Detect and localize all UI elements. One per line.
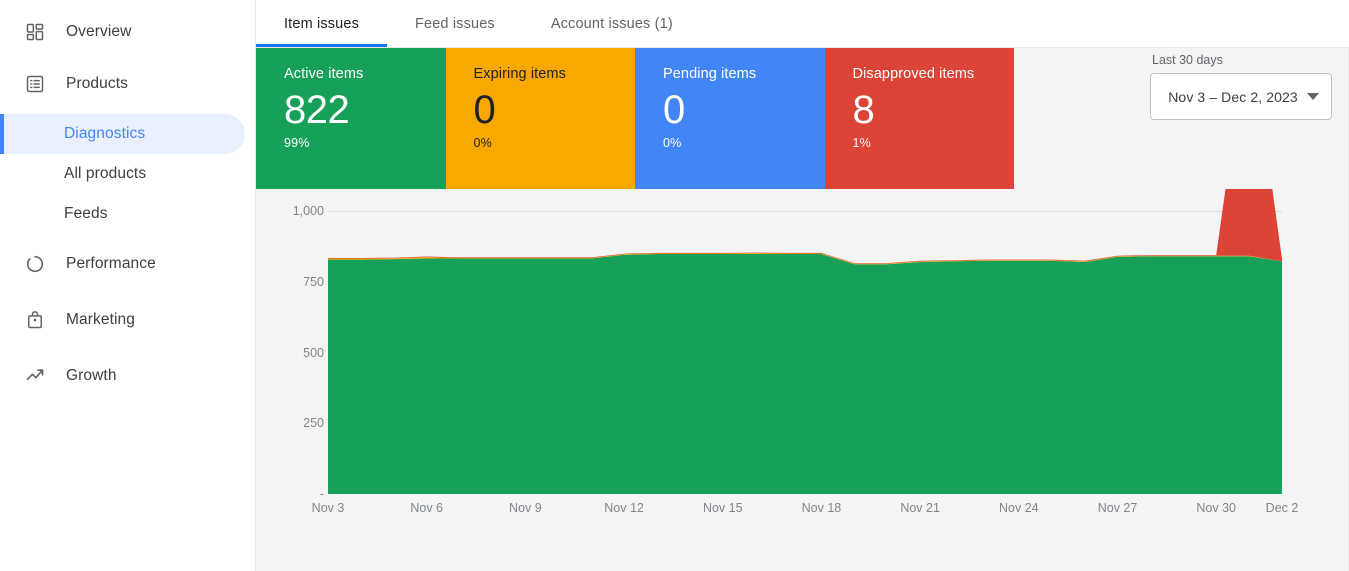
card-active-items[interactable]: Active items 822 99% bbox=[256, 48, 446, 189]
sidebar-item-label: Growth bbox=[66, 367, 117, 384]
card-value: 8 bbox=[852, 88, 875, 132]
chart-x-tick-label: Dec 2 bbox=[1265, 501, 1299, 515]
trending-up-icon bbox=[24, 365, 46, 387]
sidebar-item-label: Overview bbox=[66, 23, 132, 40]
chart-y-tick-label: 500 bbox=[303, 345, 324, 360]
chart-y-tick-label: 750 bbox=[303, 274, 324, 289]
card-value: 0 bbox=[663, 88, 685, 132]
tab-label: Item issues bbox=[284, 15, 359, 32]
app-root: Overview Products Diagnostics All produc… bbox=[0, 0, 1349, 571]
chart-x-tick-label: Nov 9 bbox=[509, 501, 542, 515]
date-range-picker: Last 30 days Nov 3 – Dec 2, 2023 bbox=[1150, 53, 1332, 120]
card-percent: 0% bbox=[663, 136, 682, 150]
chart-x-tick-label: Nov 12 bbox=[604, 501, 644, 515]
card-pending-items[interactable]: Pending items 0 0% bbox=[635, 48, 825, 189]
sidebar-item-feeds[interactable]: Feeds bbox=[0, 194, 245, 234]
card-percent: 1% bbox=[852, 136, 871, 150]
card-expiring-items[interactable]: Expiring items 0 0% bbox=[445, 48, 635, 189]
chevron-down-icon bbox=[1307, 93, 1319, 100]
chart-x-tick-label: Nov 3 bbox=[311, 501, 345, 515]
chart-series-active-items bbox=[328, 254, 1282, 494]
dashboard-icon bbox=[24, 21, 46, 43]
card-value: 0 bbox=[473, 88, 496, 132]
chart-x-tick-label: Nov 24 bbox=[999, 501, 1039, 515]
chart-x-tick-label: Nov 30 bbox=[1196, 501, 1237, 515]
chart-x-tick-label: Nov 18 bbox=[801, 501, 842, 515]
card-percent: 99% bbox=[284, 136, 310, 150]
sidebar-item-diagnostics[interactable]: Diagnostics bbox=[0, 114, 245, 154]
tab-label: Account issues (1) bbox=[550, 15, 673, 32]
chart-x-tick-label: Nov 21 bbox=[900, 501, 940, 515]
chart-canvas: - 250 500 750 1,000 Nov 3 Nov 6 Nov 9 Nov 12 Nov… bbox=[256, 189, 1348, 571]
date-range-value: Nov 3 – Dec 2, 2023 bbox=[1168, 88, 1298, 105]
main-content: Item issues Feed issues Account issues (… bbox=[256, 0, 1349, 571]
card-title: Pending items bbox=[663, 66, 757, 82]
tab-label: Feed issues bbox=[414, 15, 495, 32]
card-title: Active items bbox=[284, 66, 364, 82]
donut-icon bbox=[24, 253, 46, 275]
diagnostics-body: Active items 822 99% Expiring items 0 0%… bbox=[256, 48, 1349, 571]
bag-icon bbox=[24, 309, 46, 331]
issues-chart: - 250 500 750 1,000 Nov 3 Nov 6 Nov 9 Nov 12 Nov… bbox=[256, 189, 1348, 571]
sidebar-item-products[interactable]: Products bbox=[0, 62, 255, 106]
chart-y-tick-label: 250 bbox=[303, 416, 324, 431]
tab-account-issues[interactable]: Account issues (1) bbox=[523, 0, 701, 47]
chart-stacked-area bbox=[328, 189, 1282, 494]
tab-bar: Item issues Feed issues Account issues (… bbox=[256, 0, 1349, 48]
card-value: 822 bbox=[284, 88, 350, 132]
chart-series-disapproved-items bbox=[328, 189, 1282, 264]
sidebar-item-marketing[interactable]: Marketing bbox=[0, 298, 255, 342]
date-range-select[interactable]: Nov 3 – Dec 2, 2023 bbox=[1150, 73, 1332, 120]
chart-y-tick-label: - bbox=[319, 487, 324, 501]
sidebar-item-label: Performance bbox=[66, 255, 156, 272]
status-cards: Active items 822 99% Expiring items 0 0%… bbox=[256, 48, 1014, 189]
chart-x-tick-label: Nov 6 bbox=[410, 501, 444, 515]
sidebar-item-overview[interactable]: Overview bbox=[0, 10, 255, 54]
sidebar: Overview Products Diagnostics All produc… bbox=[0, 0, 256, 571]
date-range-label: Last 30 days bbox=[1152, 53, 1223, 67]
tab-item-issues[interactable]: Item issues bbox=[256, 0, 387, 47]
chart-x-tick-label: Nov 15 bbox=[702, 501, 743, 515]
sidebar-item-all-products[interactable]: All products bbox=[0, 154, 245, 194]
sidebar-item-growth[interactable]: Growth bbox=[0, 354, 255, 398]
card-percent: 0% bbox=[473, 136, 492, 150]
sidebar-item-label: Diagnostics bbox=[64, 125, 146, 142]
card-title: Disapproved items bbox=[852, 66, 975, 82]
sidebar-item-label: All products bbox=[64, 165, 147, 182]
sidebar-item-performance[interactable]: Performance bbox=[0, 242, 255, 286]
sidebar-item-label: Feeds bbox=[64, 205, 108, 222]
sidebar-item-label: Marketing bbox=[66, 311, 135, 328]
card-disapproved-items[interactable]: Disapproved items 8 1% bbox=[824, 48, 1014, 189]
tab-feed-issues[interactable]: Feed issues bbox=[387, 0, 523, 47]
card-title: Expiring items bbox=[473, 66, 566, 82]
chart-x-tick-label: Nov 27 bbox=[1097, 501, 1138, 515]
chart-y-tick-label: 1,000 bbox=[292, 204, 324, 218]
list-icon bbox=[24, 73, 46, 95]
sidebar-item-label: Products bbox=[66, 75, 128, 92]
